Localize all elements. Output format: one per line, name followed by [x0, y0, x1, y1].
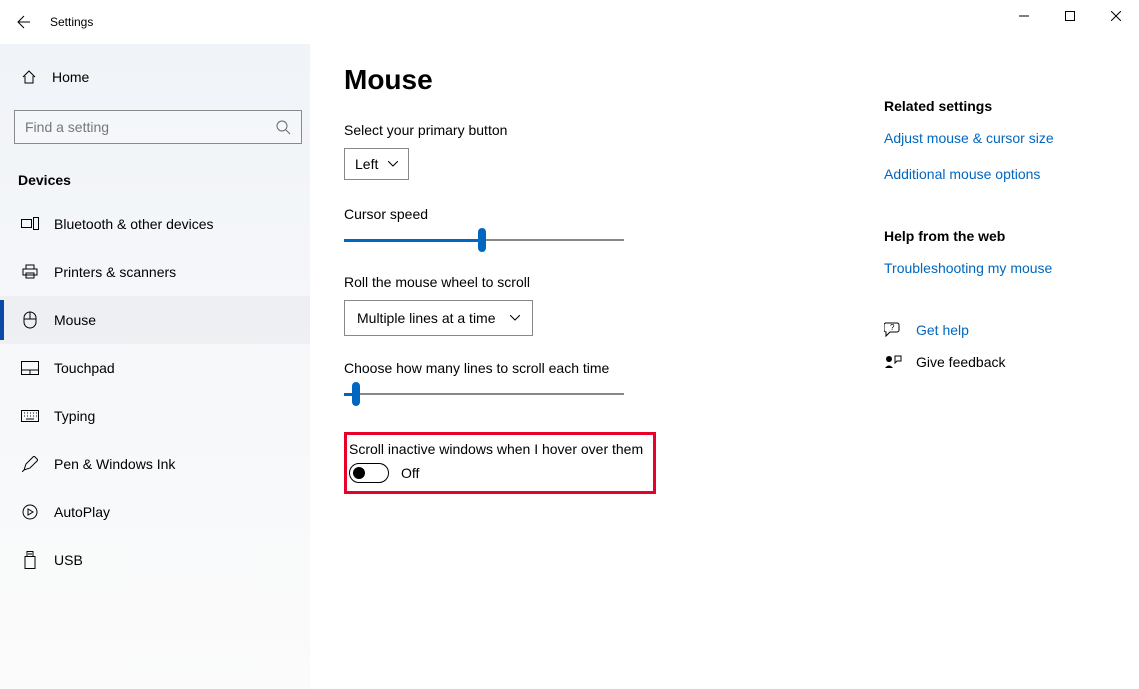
adjust-cursor-link[interactable]: Adjust mouse & cursor size — [884, 130, 1054, 146]
search-icon — [275, 119, 291, 135]
mouse-icon — [20, 311, 40, 329]
arrow-left-icon — [14, 14, 30, 30]
sidebar-item-label: Touchpad — [54, 360, 115, 376]
close-icon — [1111, 11, 1121, 21]
feedback-label: Give feedback — [916, 354, 1006, 370]
sidebar-item-label: USB — [54, 552, 83, 568]
titlebar: Settings — [0, 0, 1139, 44]
sidebar-item-label: Printers & scanners — [54, 264, 176, 280]
lines-scroll-slider[interactable] — [344, 386, 624, 402]
sidebar-item-label: Mouse — [54, 312, 96, 328]
sidebar: Home Devices Bluetooth & other devices P… — [0, 44, 310, 689]
cursor-speed-label: Cursor speed — [344, 206, 844, 222]
slider-fill — [344, 239, 478, 242]
printer-icon — [20, 264, 40, 280]
maximize-icon — [1065, 11, 1075, 21]
inactive-windows-label: Scroll inactive windows when I hover ove… — [349, 441, 643, 457]
back-button[interactable] — [0, 0, 44, 44]
primary-button-label: Select your primary button — [344, 122, 844, 138]
sidebar-item-label: AutoPlay — [54, 504, 110, 520]
usb-icon — [20, 551, 40, 569]
maximize-button[interactable] — [1047, 0, 1093, 32]
main-content: Mouse Select your primary button Left Cu… — [310, 44, 1139, 689]
category-heading: Devices — [0, 156, 310, 200]
lines-scroll-label: Choose how many lines to scroll each tim… — [344, 360, 844, 376]
sidebar-item-touchpad[interactable]: Touchpad — [0, 344, 310, 392]
sidebar-item-printers[interactable]: Printers & scanners — [0, 248, 310, 296]
slider-thumb[interactable] — [352, 382, 360, 406]
search-box[interactable] — [14, 110, 302, 144]
get-help-row[interactable]: ? Get help — [884, 322, 1054, 338]
sidebar-item-label: Bluetooth & other devices — [54, 216, 214, 232]
dropdown-value: Multiple lines at a time — [357, 310, 496, 326]
chevron-down-icon — [510, 315, 520, 321]
additional-options-link[interactable]: Additional mouse options — [884, 166, 1054, 182]
sidebar-item-usb[interactable]: USB — [0, 536, 310, 584]
sidebar-item-mouse[interactable]: Mouse — [0, 296, 310, 344]
minimize-button[interactable] — [1001, 0, 1047, 32]
touchpad-icon — [20, 361, 40, 375]
home-icon — [20, 69, 38, 85]
window-controls — [1001, 0, 1139, 32]
home-label: Home — [52, 69, 89, 85]
home-button[interactable]: Home — [0, 56, 310, 98]
dropdown-value: Left — [355, 156, 378, 172]
related-settings-head: Related settings — [884, 98, 1054, 114]
devices-icon — [20, 217, 40, 231]
sidebar-item-label: Pen & Windows Ink — [54, 456, 175, 472]
search-input[interactable] — [25, 119, 275, 135]
close-button[interactable] — [1093, 0, 1139, 32]
keyboard-icon — [20, 410, 40, 422]
primary-button-dropdown[interactable]: Left — [344, 148, 409, 180]
slider-fill — [344, 393, 352, 396]
slider-rail — [344, 393, 624, 395]
help-web-head: Help from the web — [884, 228, 1054, 244]
toggle-knob — [353, 467, 365, 479]
sidebar-item-label: Typing — [54, 408, 95, 424]
pen-icon — [20, 456, 40, 472]
feedback-icon — [884, 354, 902, 370]
highlight-annotation: Scroll inactive windows when I hover ove… — [344, 432, 656, 494]
roll-wheel-label: Roll the mouse wheel to scroll — [344, 274, 844, 290]
autoplay-icon — [20, 504, 40, 520]
cursor-speed-slider[interactable] — [344, 232, 624, 248]
sidebar-item-bluetooth[interactable]: Bluetooth & other devices — [0, 200, 310, 248]
chevron-down-icon — [388, 161, 398, 167]
inactive-windows-toggle[interactable] — [349, 463, 389, 483]
minimize-icon — [1019, 11, 1029, 21]
sidebar-item-typing[interactable]: Typing — [0, 392, 310, 440]
page-title: Mouse — [344, 64, 844, 96]
svg-text:?: ? — [890, 323, 895, 332]
sidebar-item-autoplay[interactable]: AutoPlay — [0, 488, 310, 536]
sidebar-item-pen[interactable]: Pen & Windows Ink — [0, 440, 310, 488]
feedback-row[interactable]: Give feedback — [884, 354, 1054, 370]
roll-wheel-dropdown[interactable]: Multiple lines at a time — [344, 300, 533, 336]
window-title: Settings — [50, 15, 93, 29]
right-pane: Related settings Adjust mouse & cursor s… — [884, 64, 1054, 689]
troubleshoot-link[interactable]: Troubleshooting my mouse — [884, 260, 1054, 276]
chat-icon: ? — [884, 322, 902, 338]
get-help-label: Get help — [916, 322, 969, 338]
toggle-state: Off — [401, 465, 419, 481]
slider-thumb[interactable] — [478, 228, 486, 252]
